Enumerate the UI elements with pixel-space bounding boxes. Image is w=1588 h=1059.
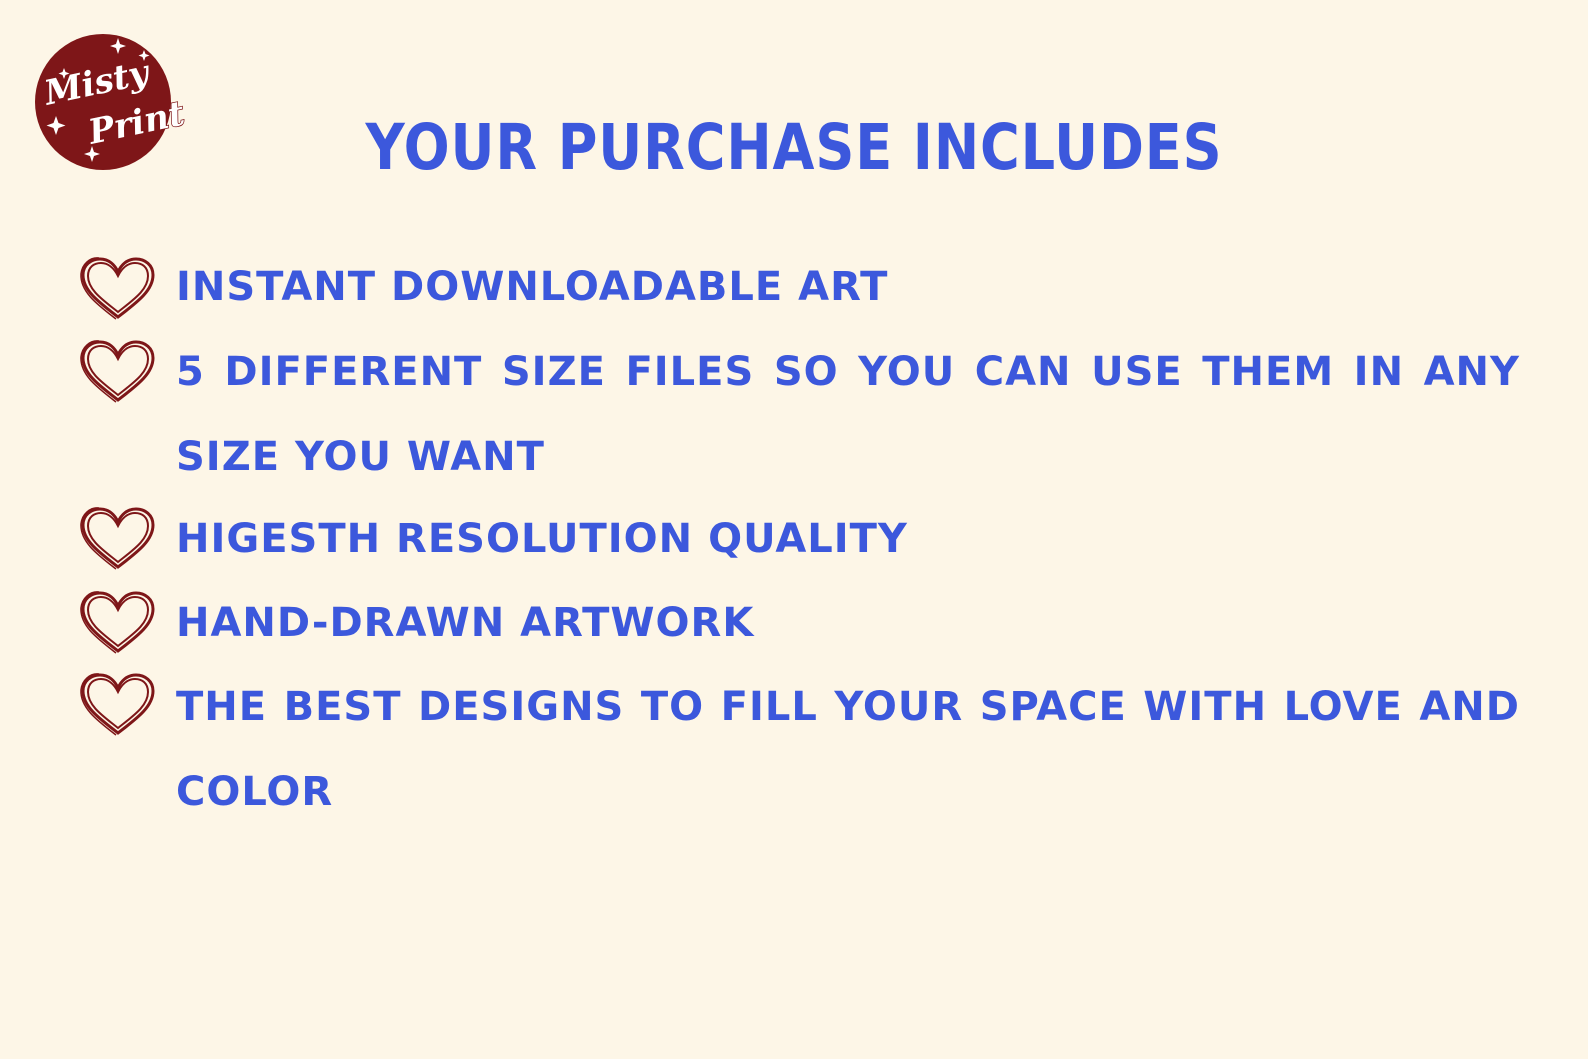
- heart-icon: [80, 507, 155, 570]
- heart-icon: [80, 673, 155, 736]
- item-text: THE BEST DESIGNS TO FILL YOUR SPACE WITH…: [176, 684, 1520, 815]
- heart-icon: [80, 340, 155, 403]
- heart-icon: [80, 257, 155, 320]
- item-text: INSTANT DOWNLOADABLE ART: [176, 264, 889, 310]
- item-text: 5 DIFFERENT SIZE FILES SO YOU CAN USE TH…: [176, 349, 1520, 480]
- heart-icon: [80, 591, 155, 654]
- item-text: HAND-DRAWN ARTWORK: [176, 600, 755, 646]
- feature-list: INSTANT DOWNLOADABLE ART 5 DIFFERENT SIZ…: [0, 0, 1588, 1059]
- item-text: HIGESTH RESOLUTION QUALITY: [176, 516, 908, 562]
